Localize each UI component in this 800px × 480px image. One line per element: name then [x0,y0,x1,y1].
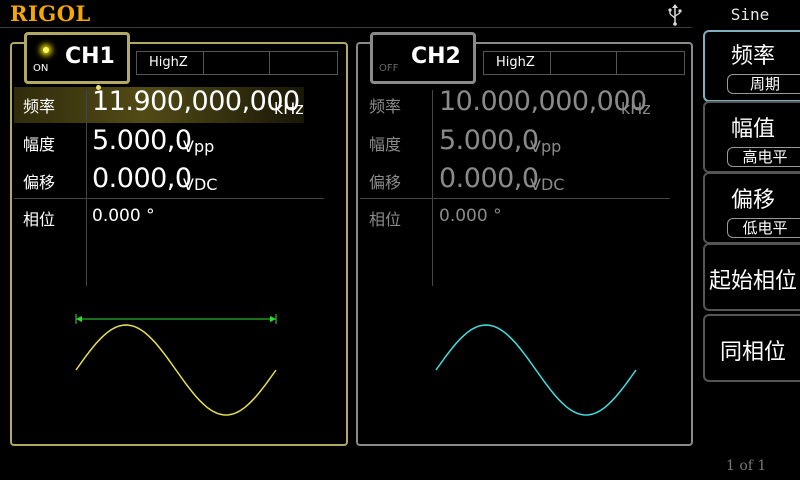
menu-offset-label: 偏移 [730,188,775,213]
ch2-amplitude-value[interactable]: 5.000,0 [439,125,539,156]
ch1-column-divider [86,90,87,286]
ch2-output-state: OFF [379,63,399,74]
header-divider [0,27,692,28]
ch1-frequency-unit: kHz [274,99,304,118]
menu-start-phase-button[interactable]: 起始相位 [703,243,800,311]
ch1-phase-label: 相位 [23,210,56,229]
ch1-load-cell-divider [269,52,270,74]
ch2-phase-label: 相位 [369,210,402,229]
ch2-load-cell-divider [616,52,617,74]
menu-high-level-option[interactable]: 高电平 [727,147,800,167]
ch1-load-cell-divider [203,52,204,74]
ch1-output-state: ON [33,63,49,74]
ch2-offset-value[interactable]: 0.000,0 [439,163,539,194]
menu-low-level-option[interactable]: 低电平 [727,218,800,238]
ch2-column-divider [432,90,433,286]
ch2-amplitude-unit: Vpp [530,137,562,156]
menu-offset-button[interactable]: 偏移 低电平 [703,172,800,244]
ch2-sine-wave [435,324,637,416]
ch2-offset-unit: VDC [530,175,565,194]
ch1-offset-unit: VDC [183,175,218,194]
menu-frequency-label: 频率 [730,44,775,69]
ch2-load-value: HighZ [496,55,535,70]
usb-icon [668,4,682,26]
menu-frequency-button[interactable]: 频率 周期 [703,30,800,102]
ch2-frequency-label: 频率 [369,97,402,116]
ch1-frequency-label: 频率 [23,97,56,116]
ch1-output-led-icon [43,47,49,53]
ch2-load-indicator: HighZ [483,51,685,75]
menu-period-option[interactable]: 周期 [727,74,800,94]
ch1-amplitude-value[interactable]: 5.000,0 [92,125,192,156]
ch2-waveform-preview [435,324,637,416]
ch2-amplitude-label: 幅度 [369,135,402,154]
ch2-row-divider [360,198,670,199]
ch1-tab[interactable]: ON CH1 [24,32,130,84]
ch2-tab[interactable]: OFF CH2 [370,32,476,84]
ch2-name: CH2 [411,44,461,69]
menu-align-phase-label: 同相位 [719,340,786,365]
ch1-amplitude-unit: Vpp [183,137,215,156]
ch1-sine-wave [75,324,277,416]
ch1-offset-label: 偏移 [23,173,56,192]
ch1-load-value: HighZ [149,55,188,70]
rigol-logo: RIGOL [10,1,91,26]
ch1-load-indicator: HighZ [136,51,338,75]
ch1-amplitude-label: 幅度 [23,135,56,154]
ch1-phase-value[interactable]: 0.000 ° [92,206,155,226]
ch2-load-cell-divider [550,52,551,74]
ch2-frequency-unit: kHz [621,99,651,118]
ch2-phase-value[interactable]: 0.000 ° [439,206,502,226]
menu-page-indicator: 1 of 1 [726,458,767,474]
ch2-offset-label: 偏移 [369,173,402,192]
menu-start-phase-label: 起始相位 [708,269,797,294]
menu-title: Sine [730,5,770,24]
menu-amplitude-label: 幅值 [730,117,775,142]
ch1-row-divider [14,198,324,199]
ch1-name: CH1 [65,44,115,69]
menu-align-phase-button[interactable]: 同相位 [703,314,800,382]
ch1-waveform-preview [75,314,277,416]
ch1-frequency-value[interactable]: 11.900,000,000 [92,86,300,117]
menu-amplitude-button[interactable]: 幅值 高电平 [703,101,800,173]
ch2-frequency-value[interactable]: 10.000,000,000 [439,86,647,117]
ch1-offset-value[interactable]: 0.000,0 [92,163,192,194]
